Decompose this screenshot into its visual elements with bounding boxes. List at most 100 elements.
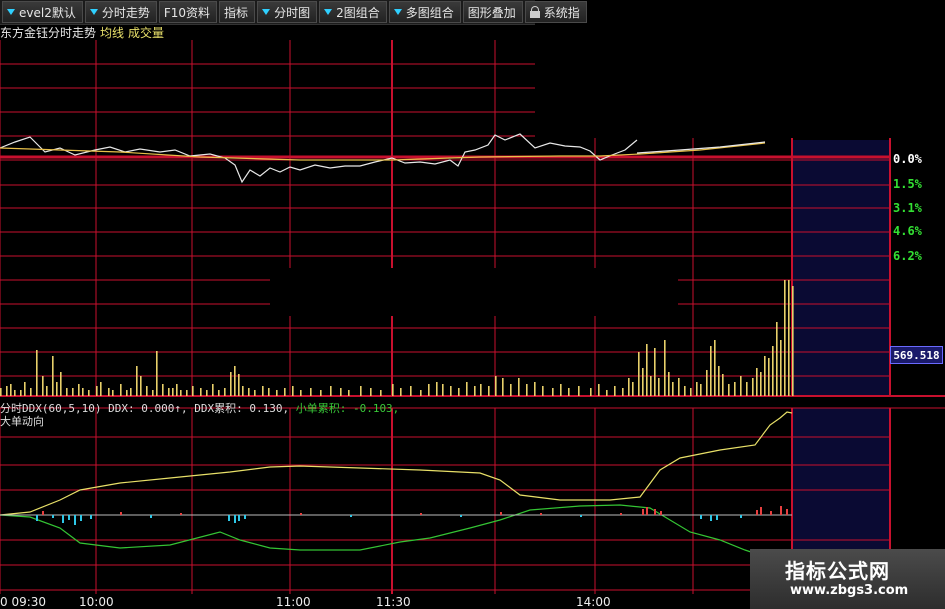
volume-bar: [66, 388, 68, 396]
volume-bar: [392, 384, 394, 396]
volume-bar: [628, 378, 630, 396]
ddx-bar: [716, 515, 718, 520]
dropdown-arrow-icon: [393, 9, 402, 15]
volume-bar: [706, 370, 708, 396]
ddx-bar: [580, 515, 582, 517]
volume-bar: [108, 388, 110, 396]
ddx-large-order-line: [0, 411, 793, 516]
pct-label-3: 4.6%: [893, 224, 922, 238]
volume-bar: [206, 390, 208, 396]
volume-bar: [126, 390, 128, 396]
volume-bar: [238, 374, 240, 396]
pct-label-2: 3.1%: [893, 201, 922, 215]
intraday-chart[interactable]: [0, 0, 945, 609]
large-order-trend-label: 大单动向: [0, 415, 44, 428]
pct-label-4: 6.2%: [893, 249, 922, 263]
volume-bar: [664, 340, 666, 396]
volume-bar: [578, 386, 580, 396]
volume-bar: [192, 386, 194, 396]
toolbar-button-2[interactable]: F10资料: [158, 1, 218, 23]
avg-line-legend: 均线: [100, 26, 125, 40]
volume-bar: [622, 388, 624, 396]
volume-bar: [180, 390, 182, 396]
toolbar-button-label: 系统指: [543, 5, 580, 20]
volume-bar: [88, 390, 90, 396]
volume-bar: [380, 390, 382, 396]
volume-bar: [684, 386, 686, 396]
dropdown-arrow-icon: [324, 9, 333, 15]
volume-bar: [42, 376, 44, 396]
volume-bar: [642, 368, 644, 396]
volume-bar: [230, 372, 232, 396]
toolbar-button-4[interactable]: 分时图: [257, 1, 318, 23]
ddx-cumulative: DDX累积: 0.130,: [194, 402, 290, 415]
volume-bar: [658, 378, 660, 396]
volume-bar: [420, 390, 422, 396]
volume-bar: [788, 280, 790, 396]
toolbar-button-0[interactable]: evel2默认: [2, 1, 83, 23]
toolbar-button-label: 指标: [224, 5, 249, 20]
volume-bar: [734, 382, 736, 396]
volume-bar: [458, 388, 460, 396]
volume-bar: [348, 390, 350, 396]
volume-bar: [82, 388, 84, 396]
price-line: [636, 141, 766, 154]
toolbar-button-3[interactable]: 指标: [219, 1, 256, 23]
volume-bar: [242, 386, 244, 396]
toolbar-button-8[interactable]: 系统指: [524, 1, 587, 23]
toolbar-button-label: 多图组合: [405, 5, 454, 20]
volume-bar: [120, 384, 122, 396]
toolbar-button-6[interactable]: 多图组合: [388, 1, 461, 23]
volume-bar: [72, 388, 74, 396]
pct-label-1: 1.5%: [893, 177, 922, 191]
ddx-bar: [710, 515, 712, 521]
volume-bar: [212, 384, 214, 396]
volume-bar: [552, 388, 554, 396]
volume-bar: [502, 378, 504, 396]
toolbar: evel2默认 分时走势 F10资料 指标 分时图 2图组合 多图组合 图形叠加 系统指: [0, 0, 587, 25]
volume-bar: [340, 388, 342, 396]
volume-bar: [442, 384, 444, 396]
volume-bar: [218, 390, 220, 396]
ddx-bar: [740, 515, 742, 518]
watermark: 指标公式网 www.zbgs3.com: [750, 549, 945, 609]
stock-name: 东方金钰分时走势: [0, 26, 97, 40]
toolbar-button-7[interactable]: 图形叠加: [462, 1, 523, 23]
toolbar-button-5[interactable]: 2图组合: [319, 1, 387, 23]
ddx-indicator-title: 分时DDX(60,5,10) DDX: 0.000↑, DDX累积: 0.130…: [0, 400, 399, 416]
volume-bar: [495, 376, 497, 396]
ddx-bar: [150, 515, 152, 518]
volume-bar: [96, 386, 98, 396]
watermark-text: 指标公式网: [785, 559, 890, 583]
ddx-bar: [180, 513, 182, 515]
volume-bar: [370, 388, 372, 396]
volume-bar: [254, 390, 256, 396]
ddx-bar: [90, 515, 92, 519]
volume-bar: [428, 384, 430, 396]
volume-bar: [176, 384, 178, 396]
volume-bar: [474, 386, 476, 396]
ddx-bar: [420, 513, 422, 515]
watermark-url: www.zbgs3.com: [790, 583, 909, 598]
volume-bar: [10, 384, 12, 396]
volume-bar: [590, 388, 592, 396]
volume-bar: [638, 352, 640, 396]
small-order-cumulative: 小单累积: -0.103,: [295, 402, 400, 415]
ddx-bar: [500, 512, 502, 515]
volume-bar: [262, 386, 264, 396]
volume-bar: [542, 386, 544, 396]
volume-bar: [136, 366, 138, 396]
volume-bar: [172, 388, 174, 396]
volume-bar: [268, 388, 270, 396]
dropdown-arrow-icon: [7, 9, 15, 15]
toolbar-button-1[interactable]: 分时走势: [84, 1, 157, 23]
blank-area: [270, 268, 678, 316]
volume-bar: [560, 384, 562, 396]
volume-bar: [130, 388, 132, 396]
volume-bar: [466, 382, 468, 396]
volume-bar: [728, 384, 730, 396]
dropdown-arrow-icon: [262, 9, 271, 15]
volume-bar: [78, 384, 80, 396]
volume-bar: [488, 386, 490, 396]
volume-bar: [36, 350, 38, 396]
